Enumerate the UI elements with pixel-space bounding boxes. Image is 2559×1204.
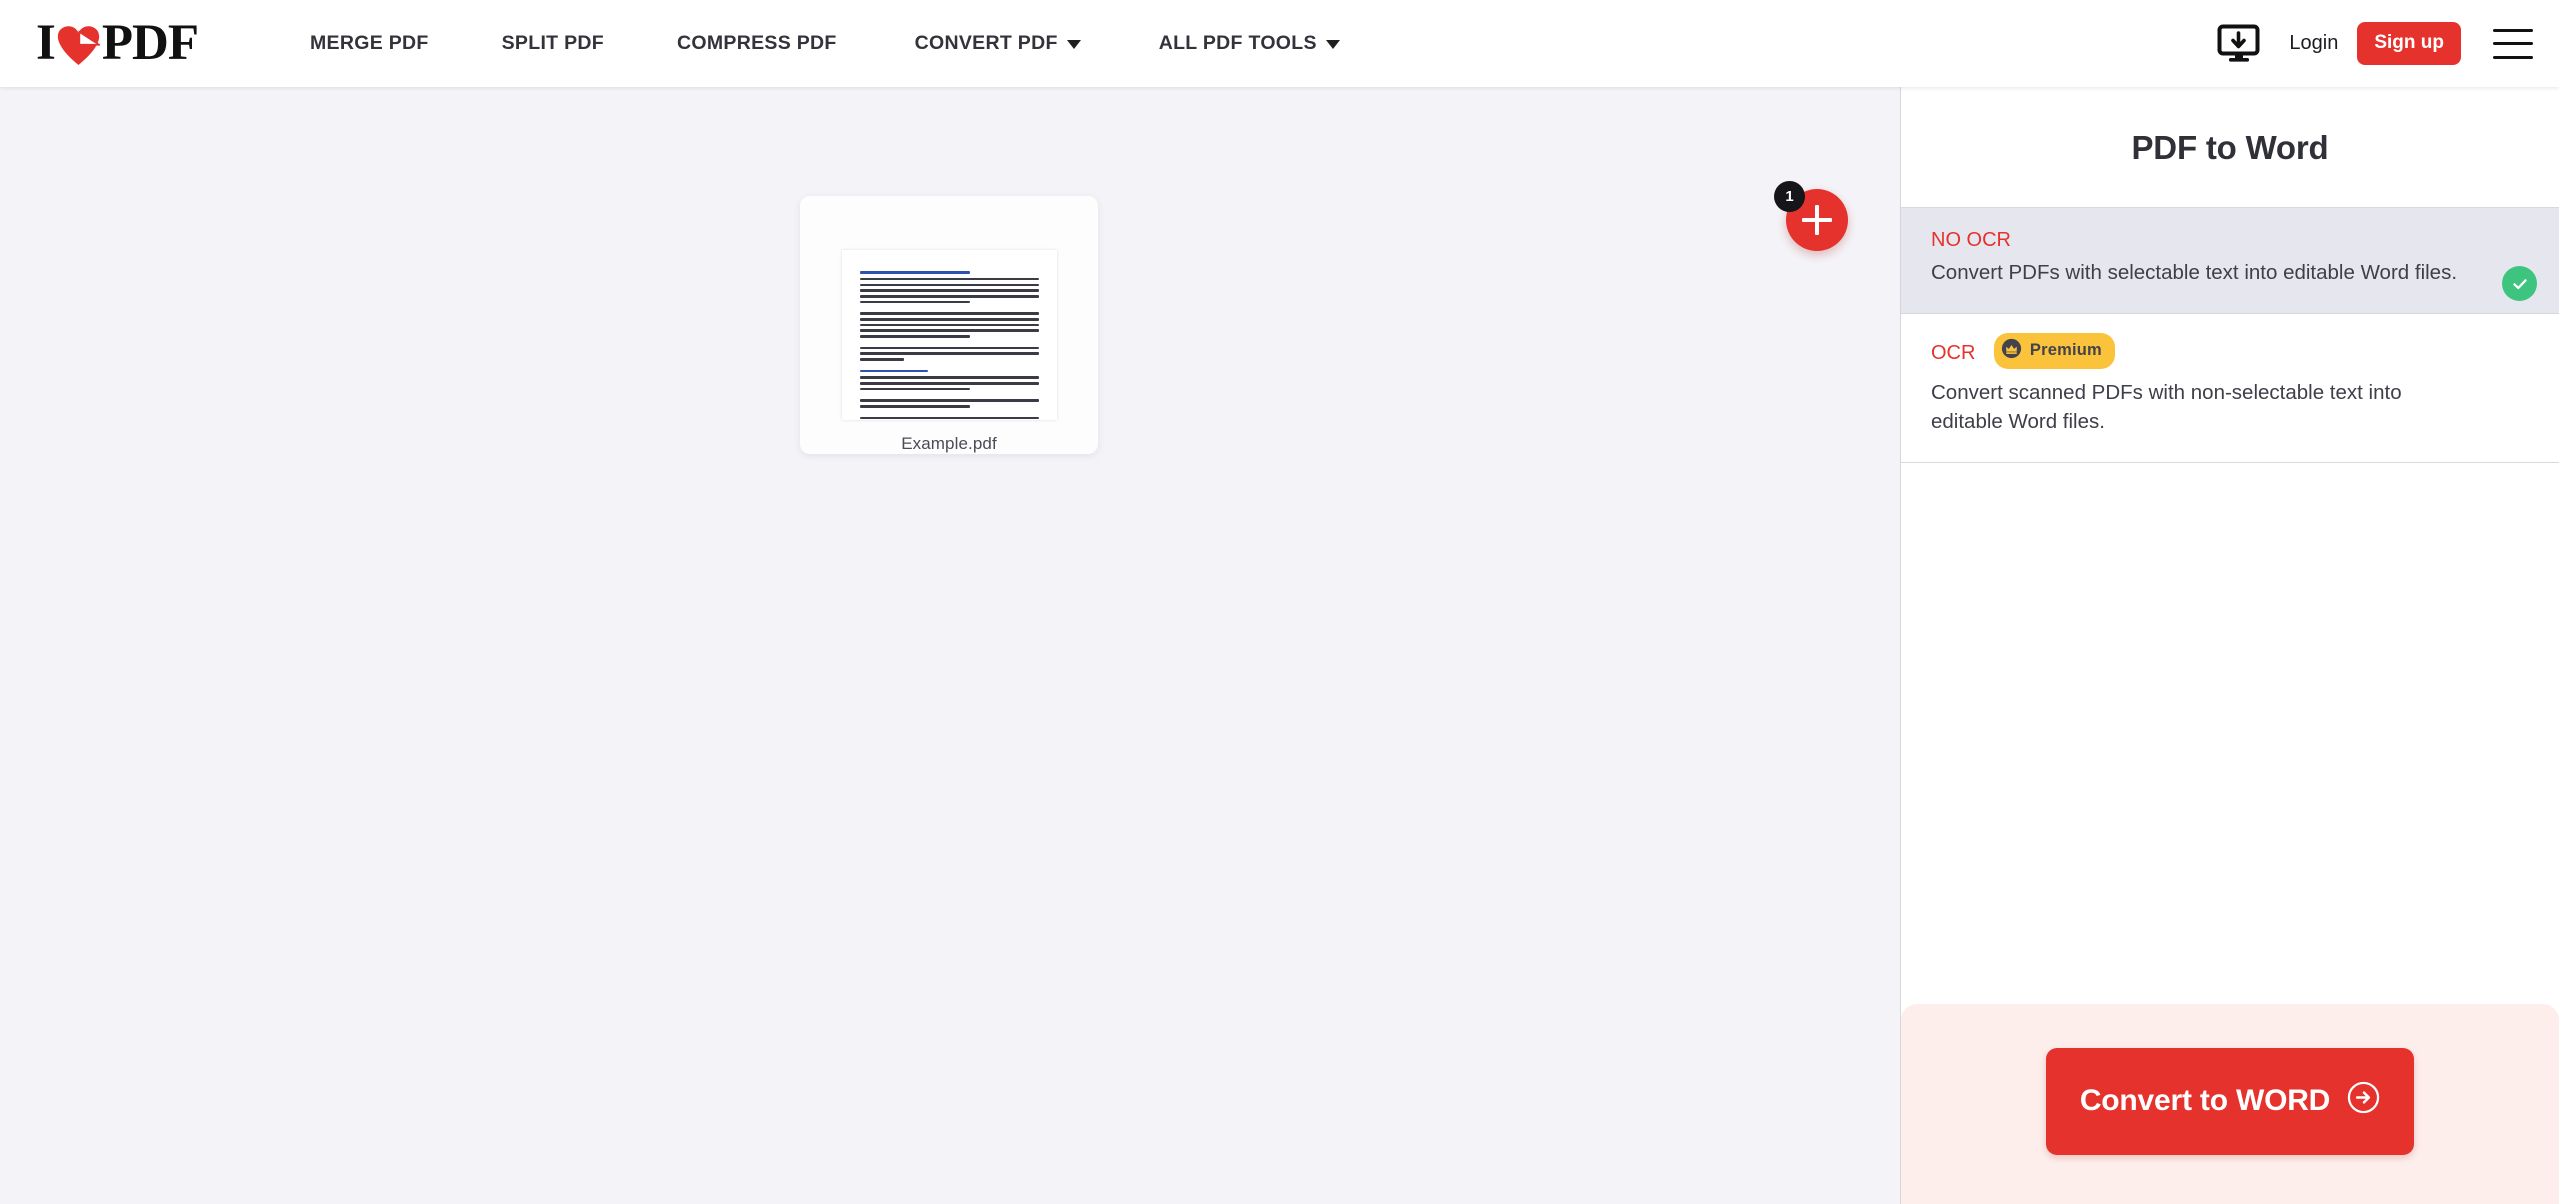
thumb-line <box>859 283 1039 287</box>
thumb-line <box>859 376 1039 380</box>
logo-text-prefix: I <box>36 15 56 71</box>
option-ocr[interactable]: OCR Premium Convert scanned PDFs with no… <box>1901 312 2559 462</box>
check-icon <box>2502 266 2537 301</box>
nav-item-all-pdf-tools[interactable]: ALL PDF TOOLS <box>1159 32 1340 55</box>
chevron-down-icon <box>1066 40 1081 49</box>
pdf-page-thumbnail <box>841 250 1057 420</box>
logo[interactable]: I PDF <box>36 15 199 71</box>
thumb-line <box>859 294 1039 298</box>
nav-label: CONVERT PDF <box>914 32 1058 54</box>
thumb-line <box>859 382 1039 385</box>
option-description: Convert PDFs with selectable text into e… <box>1931 261 2458 284</box>
burger-line <box>2493 28 2533 32</box>
nav-label: ALL PDF TOOLS <box>1158 32 1317 54</box>
premium-label: Premium <box>2029 341 2102 360</box>
thumb-line <box>859 399 1039 402</box>
thumb-line <box>859 317 1039 321</box>
chevron-down-icon <box>1325 40 1340 49</box>
thumb-line <box>859 289 1039 292</box>
thumb-line <box>859 271 971 274</box>
thumb-line <box>859 334 971 338</box>
thumb-line <box>859 416 1039 420</box>
heart-icon <box>57 25 102 68</box>
logo-text-suffix: PDF <box>101 15 199 71</box>
site-header: I PDF MERGE PDF SPLIT PDF COMPRESS PDF C… <box>0 0 2559 87</box>
thumb-line <box>859 352 1039 355</box>
burger-line <box>2493 42 2533 45</box>
convert-to-word-button[interactable]: Convert to WORD <box>2046 1047 2414 1155</box>
main-navigation: MERGE PDF SPLIT PDF COMPRESS PDF CONVERT… <box>310 32 1413 55</box>
nav-label: MERGE PDF <box>310 32 429 54</box>
plus-icon <box>1815 205 1819 235</box>
nav-label: COMPRESS PDF <box>677 32 837 54</box>
thumb-line <box>859 312 1039 315</box>
thumb-line <box>859 405 971 408</box>
nav-label: SPLIT PDF <box>501 32 604 54</box>
premium-badge[interactable]: Premium <box>1993 332 2115 369</box>
thumb-line <box>859 346 1039 350</box>
thumb-line <box>859 300 971 304</box>
thumb-line <box>859 323 1039 327</box>
option-no-ocr[interactable]: NO OCR Convert PDFs with selectable text… <box>1901 207 2559 313</box>
desktop-download-icon[interactable] <box>2217 24 2263 64</box>
thumb-line <box>859 329 1039 332</box>
thumb-line <box>859 387 971 391</box>
header-actions: Login Sign up <box>2217 0 2533 87</box>
option-label: NO OCR <box>1931 229 2011 251</box>
crown-icon <box>2001 338 2022 364</box>
nav-item-compress-pdf[interactable]: COMPRESS PDF <box>677 32 837 55</box>
tool-sidebar: PDF to Word NO OCR Convert PDFs with sel… <box>1900 87 2559 1204</box>
option-label: OCR <box>1931 341 1976 364</box>
nav-item-split-pdf[interactable]: SPLIT PDF <box>502 32 604 55</box>
convert-action-zone: Convert to WORD <box>1901 1004 2559 1204</box>
signup-button[interactable]: Sign up <box>2357 22 2461 65</box>
file-card[interactable]: Example.pdf <box>800 196 1098 454</box>
nav-item-merge-pdf[interactable]: MERGE PDF <box>310 32 429 55</box>
file-name: Example.pdf <box>901 434 997 453</box>
nav-item-convert-pdf[interactable]: CONVERT PDF <box>915 32 1081 55</box>
page-title: PDF to Word <box>2131 129 2329 166</box>
arrow-right-circle-icon <box>2347 1081 2380 1122</box>
sidebar-divider <box>1901 462 2559 464</box>
thumb-line <box>859 369 928 373</box>
thumb-line <box>859 357 905 361</box>
thumb-line <box>859 277 1039 281</box>
burger-line <box>2493 55 2533 59</box>
add-file-control: 1 <box>1774 181 1856 251</box>
file-count-badge: 1 <box>1774 181 1805 212</box>
login-link[interactable]: Login <box>2289 32 2338 55</box>
hamburger-menu-icon[interactable] <box>2493 28 2533 59</box>
convert-button-label: Convert to WORD <box>2079 1084 2331 1117</box>
workspace-canvas: Example.pdf 1 <box>0 87 1900 1204</box>
option-description: Convert scanned PDFs with non-selectable… <box>1931 380 2402 434</box>
